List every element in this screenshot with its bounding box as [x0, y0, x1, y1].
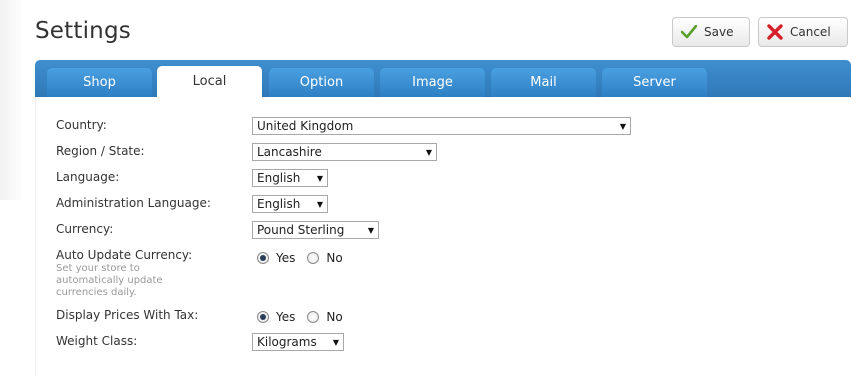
page-title: Settings: [35, 18, 131, 44]
chevron-down-icon: ▼: [425, 147, 432, 157]
save-button[interactable]: Save: [672, 17, 750, 47]
region-label: Region / State:: [56, 144, 145, 158]
settings-tab-bar: Shop Local Option Image Mail Server: [35, 60, 851, 97]
tab-option[interactable]: Option: [269, 68, 374, 97]
display-tax-radio-group: Yes No: [257, 310, 355, 324]
auto-update-no-label: No: [326, 251, 343, 265]
display-tax-label: Display Prices With Tax:: [56, 308, 199, 322]
cancel-button[interactable]: Cancel: [758, 17, 848, 47]
display-tax-no-label: No: [326, 310, 343, 324]
tab-server[interactable]: Server: [602, 68, 707, 97]
language-label: Language:: [56, 170, 120, 184]
admin-language-label: Administration Language:: [56, 196, 211, 210]
tab-shop[interactable]: Shop: [47, 68, 152, 97]
chevron-down-icon: ▼: [332, 337, 339, 347]
country-select[interactable]: United Kingdom ▼: [252, 117, 631, 135]
chevron-down-icon: ▼: [316, 173, 323, 183]
currency-label: Currency:: [56, 222, 114, 236]
chevron-down-icon: ▼: [316, 199, 323, 209]
cancel-label: Cancel: [790, 25, 831, 39]
auto-update-label: Auto Update Currency:: [56, 248, 193, 262]
auto-update-no-radio[interactable]: [307, 252, 320, 264]
currency-select[interactable]: Pound Sterling ▼: [252, 221, 379, 239]
auto-update-help: Set your store to automatically update c…: [56, 263, 163, 298]
tab-mail[interactable]: Mail: [491, 68, 596, 97]
language-value: English: [257, 171, 301, 185]
display-tax-no-radio[interactable]: [307, 311, 320, 323]
x-icon: [767, 24, 783, 40]
chevron-down-icon: ▼: [367, 225, 374, 235]
auto-update-radio-group: Yes No: [257, 251, 355, 265]
left-edge-shadow: [0, 0, 22, 200]
auto-update-yes-label: Yes: [276, 251, 296, 265]
admin-language-value: English: [257, 197, 301, 211]
tab-image[interactable]: Image: [380, 68, 485, 97]
weight-class-label: Weight Class:: [56, 334, 138, 348]
country-label: Country:: [56, 118, 107, 132]
auto-update-yes-radio[interactable]: [257, 252, 269, 264]
weight-class-select[interactable]: Kilograms ▼: [252, 333, 344, 351]
local-settings-panel: [35, 97, 851, 376]
display-tax-yes-radio[interactable]: [257, 311, 269, 323]
region-select[interactable]: Lancashire ▼: [252, 143, 437, 161]
currency-value: Pound Sterling: [257, 223, 345, 237]
admin-language-select[interactable]: English ▼: [252, 195, 328, 213]
display-tax-yes-label: Yes: [276, 310, 296, 324]
check-icon: [681, 25, 697, 39]
language-select[interactable]: English ▼: [252, 169, 328, 187]
region-value: Lancashire: [257, 145, 322, 159]
save-label: Save: [704, 25, 734, 39]
chevron-down-icon: ▼: [619, 121, 626, 131]
country-value: United Kingdom: [257, 119, 354, 133]
weight-class-value: Kilograms: [257, 335, 317, 349]
tab-local[interactable]: Local: [157, 66, 262, 97]
